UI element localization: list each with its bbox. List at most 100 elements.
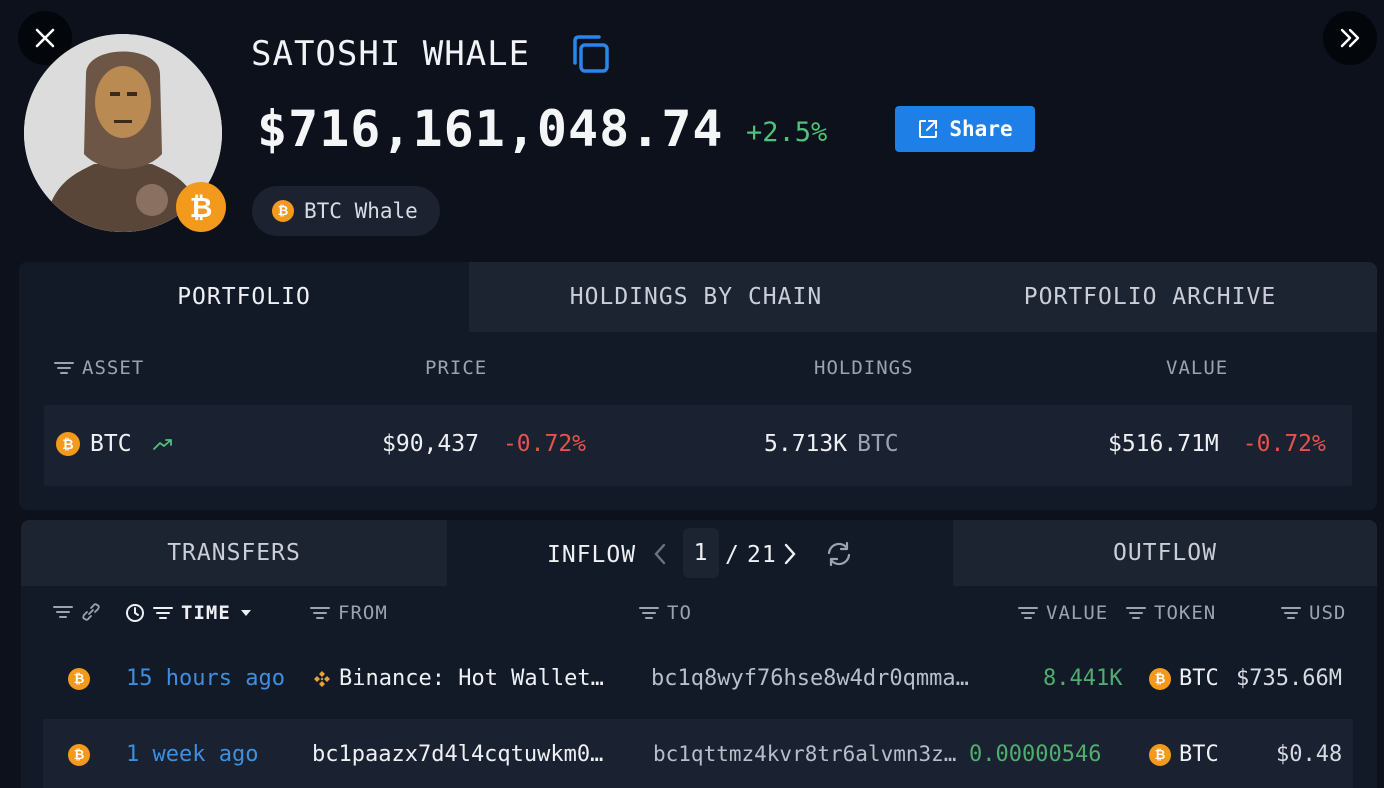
holdings-cell: 5.713K BTC [764, 431, 899, 457]
column-token-label: TOKEN [1154, 602, 1217, 624]
clock-icon [126, 604, 144, 622]
expand-button[interactable] [1323, 11, 1377, 65]
bitcoin-icon: ₿ [1149, 667, 1171, 690]
column-value[interactable]: VALUE [1166, 357, 1228, 379]
tag-label: BTC Whale [304, 199, 418, 223]
transfers-panel: TRANSFERS INFLOW 1 / 21 OUTFLOW TIME FRO… [21, 520, 1377, 788]
asset-value: $516.71M [1108, 431, 1219, 457]
transfer-value: 0.00000546 [969, 742, 1102, 767]
token-symbol: BTC [1179, 666, 1219, 691]
share-button[interactable]: Share [895, 106, 1035, 152]
token-symbol: BTC [1179, 742, 1219, 767]
transfer-time[interactable]: 1 week ago [126, 742, 258, 767]
table-row[interactable]: ₿ BTC $90,437 -0.72% 5.713K BTC $516.71M… [44, 405, 1352, 486]
trend-up-icon [152, 439, 172, 450]
filter-icon [1018, 607, 1038, 619]
double-chevron-right-icon [1340, 28, 1360, 48]
holdings-unit: BTC [857, 431, 899, 457]
column-value[interactable]: VALUE [1018, 602, 1108, 624]
transfer-token[interactable]: ₿ BTC [1149, 666, 1219, 691]
coin-symbol: ₿ [277, 204, 289, 219]
tab-outflow[interactable]: OUTFLOW [953, 520, 1377, 586]
transfer-token[interactable]: ₿ BTC [1149, 742, 1219, 767]
transfer-to[interactable]: bc1q8wyf76hse8w4dr0qmma… [651, 666, 969, 691]
filter-icon [153, 607, 173, 619]
column-from-label: FROM [338, 602, 388, 624]
asset-cell: ₿ BTC [56, 431, 174, 457]
column-time[interactable]: TIME [125, 602, 253, 624]
balance-change: +2.5% [746, 117, 828, 148]
table-row[interactable]: ₿ 1 week ago bc1paazx7d4l4cqtuwkm0… bc1q… [43, 719, 1353, 788]
bitcoin-icon: ₿ [272, 200, 294, 222]
price-change: -0.72% [502, 431, 587, 457]
transfer-from[interactable]: bc1paazx7d4l4cqtuwkm0… [312, 742, 603, 767]
refresh-icon[interactable] [825, 541, 853, 567]
transfer-usd: $0.48 [1276, 742, 1343, 767]
value-change: -0.72% [1242, 431, 1326, 457]
filter-icon [1281, 607, 1301, 619]
bitcoin-icon: ₿ [56, 432, 80, 456]
filter-icon [639, 607, 659, 619]
tab-transfers[interactable]: TRANSFERS [21, 520, 447, 586]
total-balance: $716,161,048.74 [257, 100, 724, 158]
transfer-time[interactable]: 15 hours ago [126, 666, 285, 691]
chevron-right-icon[interactable] [783, 543, 797, 565]
tab-inflow[interactable]: INFLOW 1 / 21 [447, 520, 953, 586]
filter-icon [54, 362, 74, 374]
column-from[interactable]: FROM [310, 602, 388, 624]
coin-symbol: ₿ [62, 436, 74, 453]
bitcoin-icon: ₿ [68, 668, 90, 690]
holdings-amount: 5.713K [764, 431, 848, 457]
transfer-value: 8.441K [1043, 666, 1123, 691]
column-link-filter[interactable] [53, 602, 101, 622]
value-cell: $516.71M -0.72% [1108, 431, 1326, 457]
coin-symbol: ₿ [73, 672, 85, 687]
portfolio-panel: PORTFOLIO HOLDINGS BY CHAIN PORTFOLIO AR… [19, 262, 1377, 510]
tab-portfolio[interactable]: PORTFOLIO [19, 262, 469, 332]
coin-symbol: ₿ [73, 748, 85, 763]
table-row[interactable]: ₿ 15 hours ago Binance: Hot Wallet… bc1q… [43, 648, 1353, 712]
tab-portfolio-archive[interactable]: PORTFOLIO ARCHIVE [923, 262, 1377, 332]
chevron-left-icon[interactable] [653, 543, 667, 565]
transfer-usd: $735.66M [1236, 666, 1342, 691]
column-usd[interactable]: USD [1281, 602, 1346, 624]
binance-icon [314, 670, 330, 687]
page-total: 21 [747, 542, 777, 568]
filter-icon [310, 607, 330, 619]
column-to[interactable]: TO [639, 602, 692, 624]
transfer-to[interactable]: bc1qttmz4kvr8tr6alvmn3z… [653, 742, 956, 766]
bitcoin-icon: ₿ [68, 744, 90, 766]
external-link-icon [919, 120, 938, 138]
from-address: Binance: Hot Wallet… [339, 666, 604, 691]
transfer-tabs: TRANSFERS INFLOW 1 / 21 OUTFLOW [21, 520, 1377, 586]
column-time-label: TIME [181, 602, 231, 624]
column-asset[interactable]: ASSET [54, 357, 144, 379]
transfer-from[interactable]: Binance: Hot Wallet… [313, 666, 604, 691]
copy-icon[interactable] [569, 33, 613, 77]
filter-icon [53, 606, 73, 618]
link-icon [82, 603, 100, 621]
inflow-label: INFLOW [547, 542, 637, 568]
bitcoin-icon: ₿ [1149, 743, 1171, 766]
page-separator: / [725, 542, 740, 568]
share-label: Share [949, 117, 1013, 141]
bitcoin-badge-icon: ₿ [176, 182, 226, 232]
caret-down-icon [240, 610, 251, 616]
column-usd-label: USD [1309, 602, 1347, 624]
price-cell: $90,437 -0.72% [382, 431, 586, 457]
entity-tag[interactable]: ₿ BTC Whale [252, 186, 440, 236]
portfolio-tabs: PORTFOLIO HOLDINGS BY CHAIN PORTFOLIO AR… [19, 262, 1377, 332]
asset-symbol: BTC [90, 431, 132, 457]
column-price[interactable]: PRICE [425, 357, 487, 379]
column-holdings[interactable]: HOLDINGS [814, 357, 914, 379]
page-current[interactable]: 1 [683, 528, 719, 578]
coin-symbol: ₿ [189, 190, 213, 224]
column-to-label: TO [667, 602, 692, 624]
asset-price: $90,437 [382, 431, 479, 457]
tab-holdings-by-chain[interactable]: HOLDINGS BY CHAIN [469, 262, 923, 332]
entity-name: SATOSHI WHALE [251, 34, 531, 74]
column-token[interactable]: TOKEN [1126, 602, 1216, 624]
column-value-label: VALUE [1046, 602, 1109, 624]
filter-icon [1126, 607, 1146, 619]
coin-symbol: ₿ [1154, 671, 1166, 687]
